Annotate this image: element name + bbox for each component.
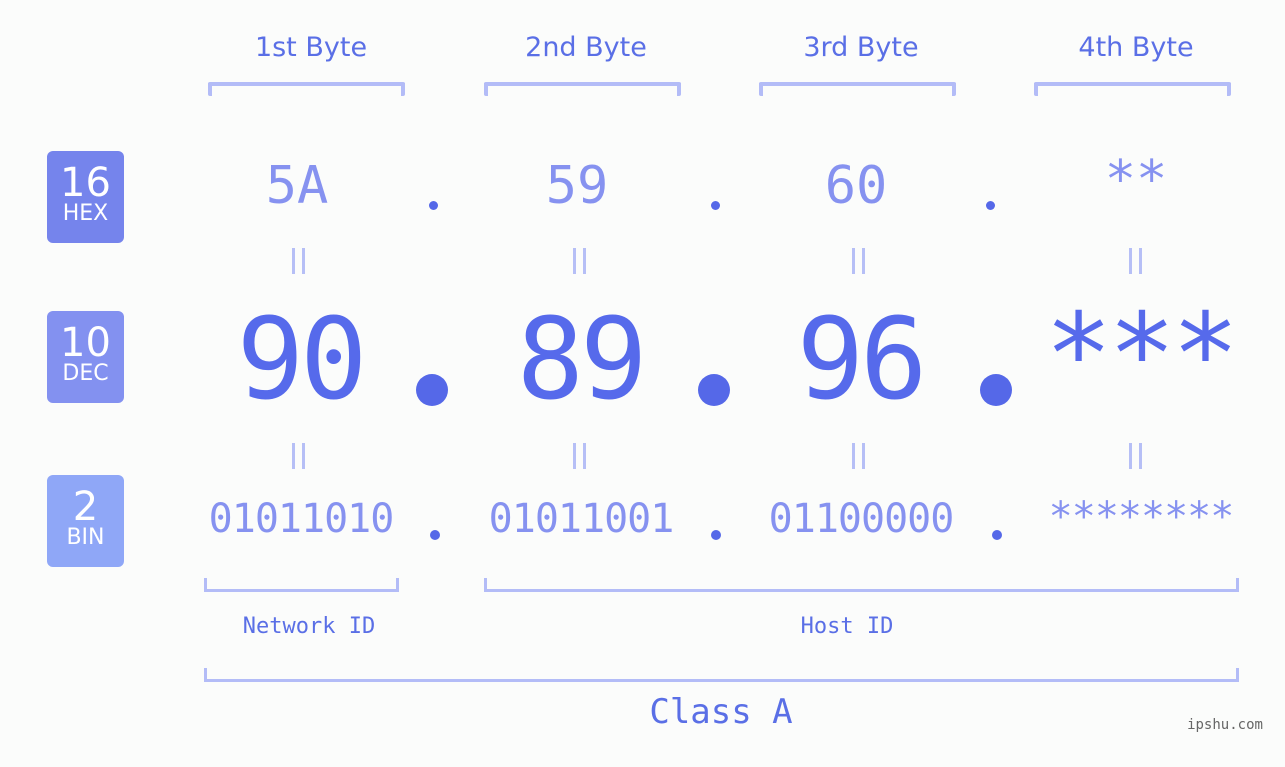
- bin-byte-4: ********: [1048, 494, 1235, 540]
- equals-icon: [291, 443, 305, 469]
- dec-byte-4: ***: [1044, 290, 1239, 420]
- dec-byte-2: 89: [516, 295, 648, 425]
- equals-icon: [1128, 443, 1142, 469]
- dec-badge-base: 10: [60, 320, 111, 366]
- byte-bracket-4: [1034, 82, 1231, 96]
- hex-byte-1: 5A: [265, 156, 329, 216]
- equals-icon: [851, 248, 865, 274]
- bin-byte-1: 01011010: [208, 496, 395, 542]
- byte-header-1: 1st Byte: [254, 32, 368, 63]
- dec-byte-1: 90: [236, 295, 368, 425]
- bin-badge-base: 2: [72, 484, 99, 530]
- host-id-bracket: [484, 578, 1239, 592]
- bin-separator-dot: [430, 530, 440, 540]
- bin-badge: 2 BIN: [47, 475, 124, 567]
- class-label: Class A: [649, 692, 793, 732]
- dec-byte-3: 96: [796, 295, 928, 425]
- hex-byte-4: **: [1104, 150, 1168, 210]
- bin-byte-3: 01100000: [768, 496, 955, 542]
- hex-separator-dot: [986, 201, 995, 210]
- watermark: ipshu.com: [1187, 717, 1263, 733]
- equals-icon: [291, 248, 305, 274]
- byte-bracket-3: [759, 82, 956, 96]
- dec-badge-label: DEC: [62, 361, 109, 386]
- network-id-label: Network ID: [242, 614, 376, 639]
- hex-separator-dot: [429, 201, 438, 210]
- hex-separator-dot: [711, 201, 720, 210]
- bin-badge-label: BIN: [66, 525, 105, 550]
- class-bracket: [204, 668, 1239, 682]
- bin-byte-2: 01011001: [488, 496, 675, 542]
- byte-bracket-1: [208, 82, 405, 96]
- equals-icon: [572, 443, 586, 469]
- network-id-bracket: [204, 578, 399, 592]
- byte-header-2: 2nd Byte: [525, 32, 647, 63]
- bin-separator-dot: [711, 530, 721, 540]
- hex-badge-base: 16: [60, 160, 111, 206]
- byte-header-3: 3rd Byte: [803, 32, 919, 63]
- byte-header-4: 4th Byte: [1078, 32, 1194, 63]
- equals-icon: [572, 248, 586, 274]
- dec-separator-dot: [698, 374, 730, 406]
- equals-icon: [1128, 248, 1142, 274]
- hex-byte-2: 59: [545, 156, 609, 216]
- bin-separator-dot: [992, 530, 1002, 540]
- host-id-label: Host ID: [800, 614, 894, 639]
- hex-badge-label: HEX: [62, 201, 109, 226]
- dec-separator-dot: [416, 374, 448, 406]
- hex-byte-3: 60: [824, 156, 888, 216]
- dec-badge: 10 DEC: [47, 311, 124, 403]
- hex-badge: 16 HEX: [47, 151, 124, 243]
- equals-icon: [851, 443, 865, 469]
- dec-separator-dot: [980, 374, 1012, 406]
- byte-bracket-2: [484, 82, 681, 96]
